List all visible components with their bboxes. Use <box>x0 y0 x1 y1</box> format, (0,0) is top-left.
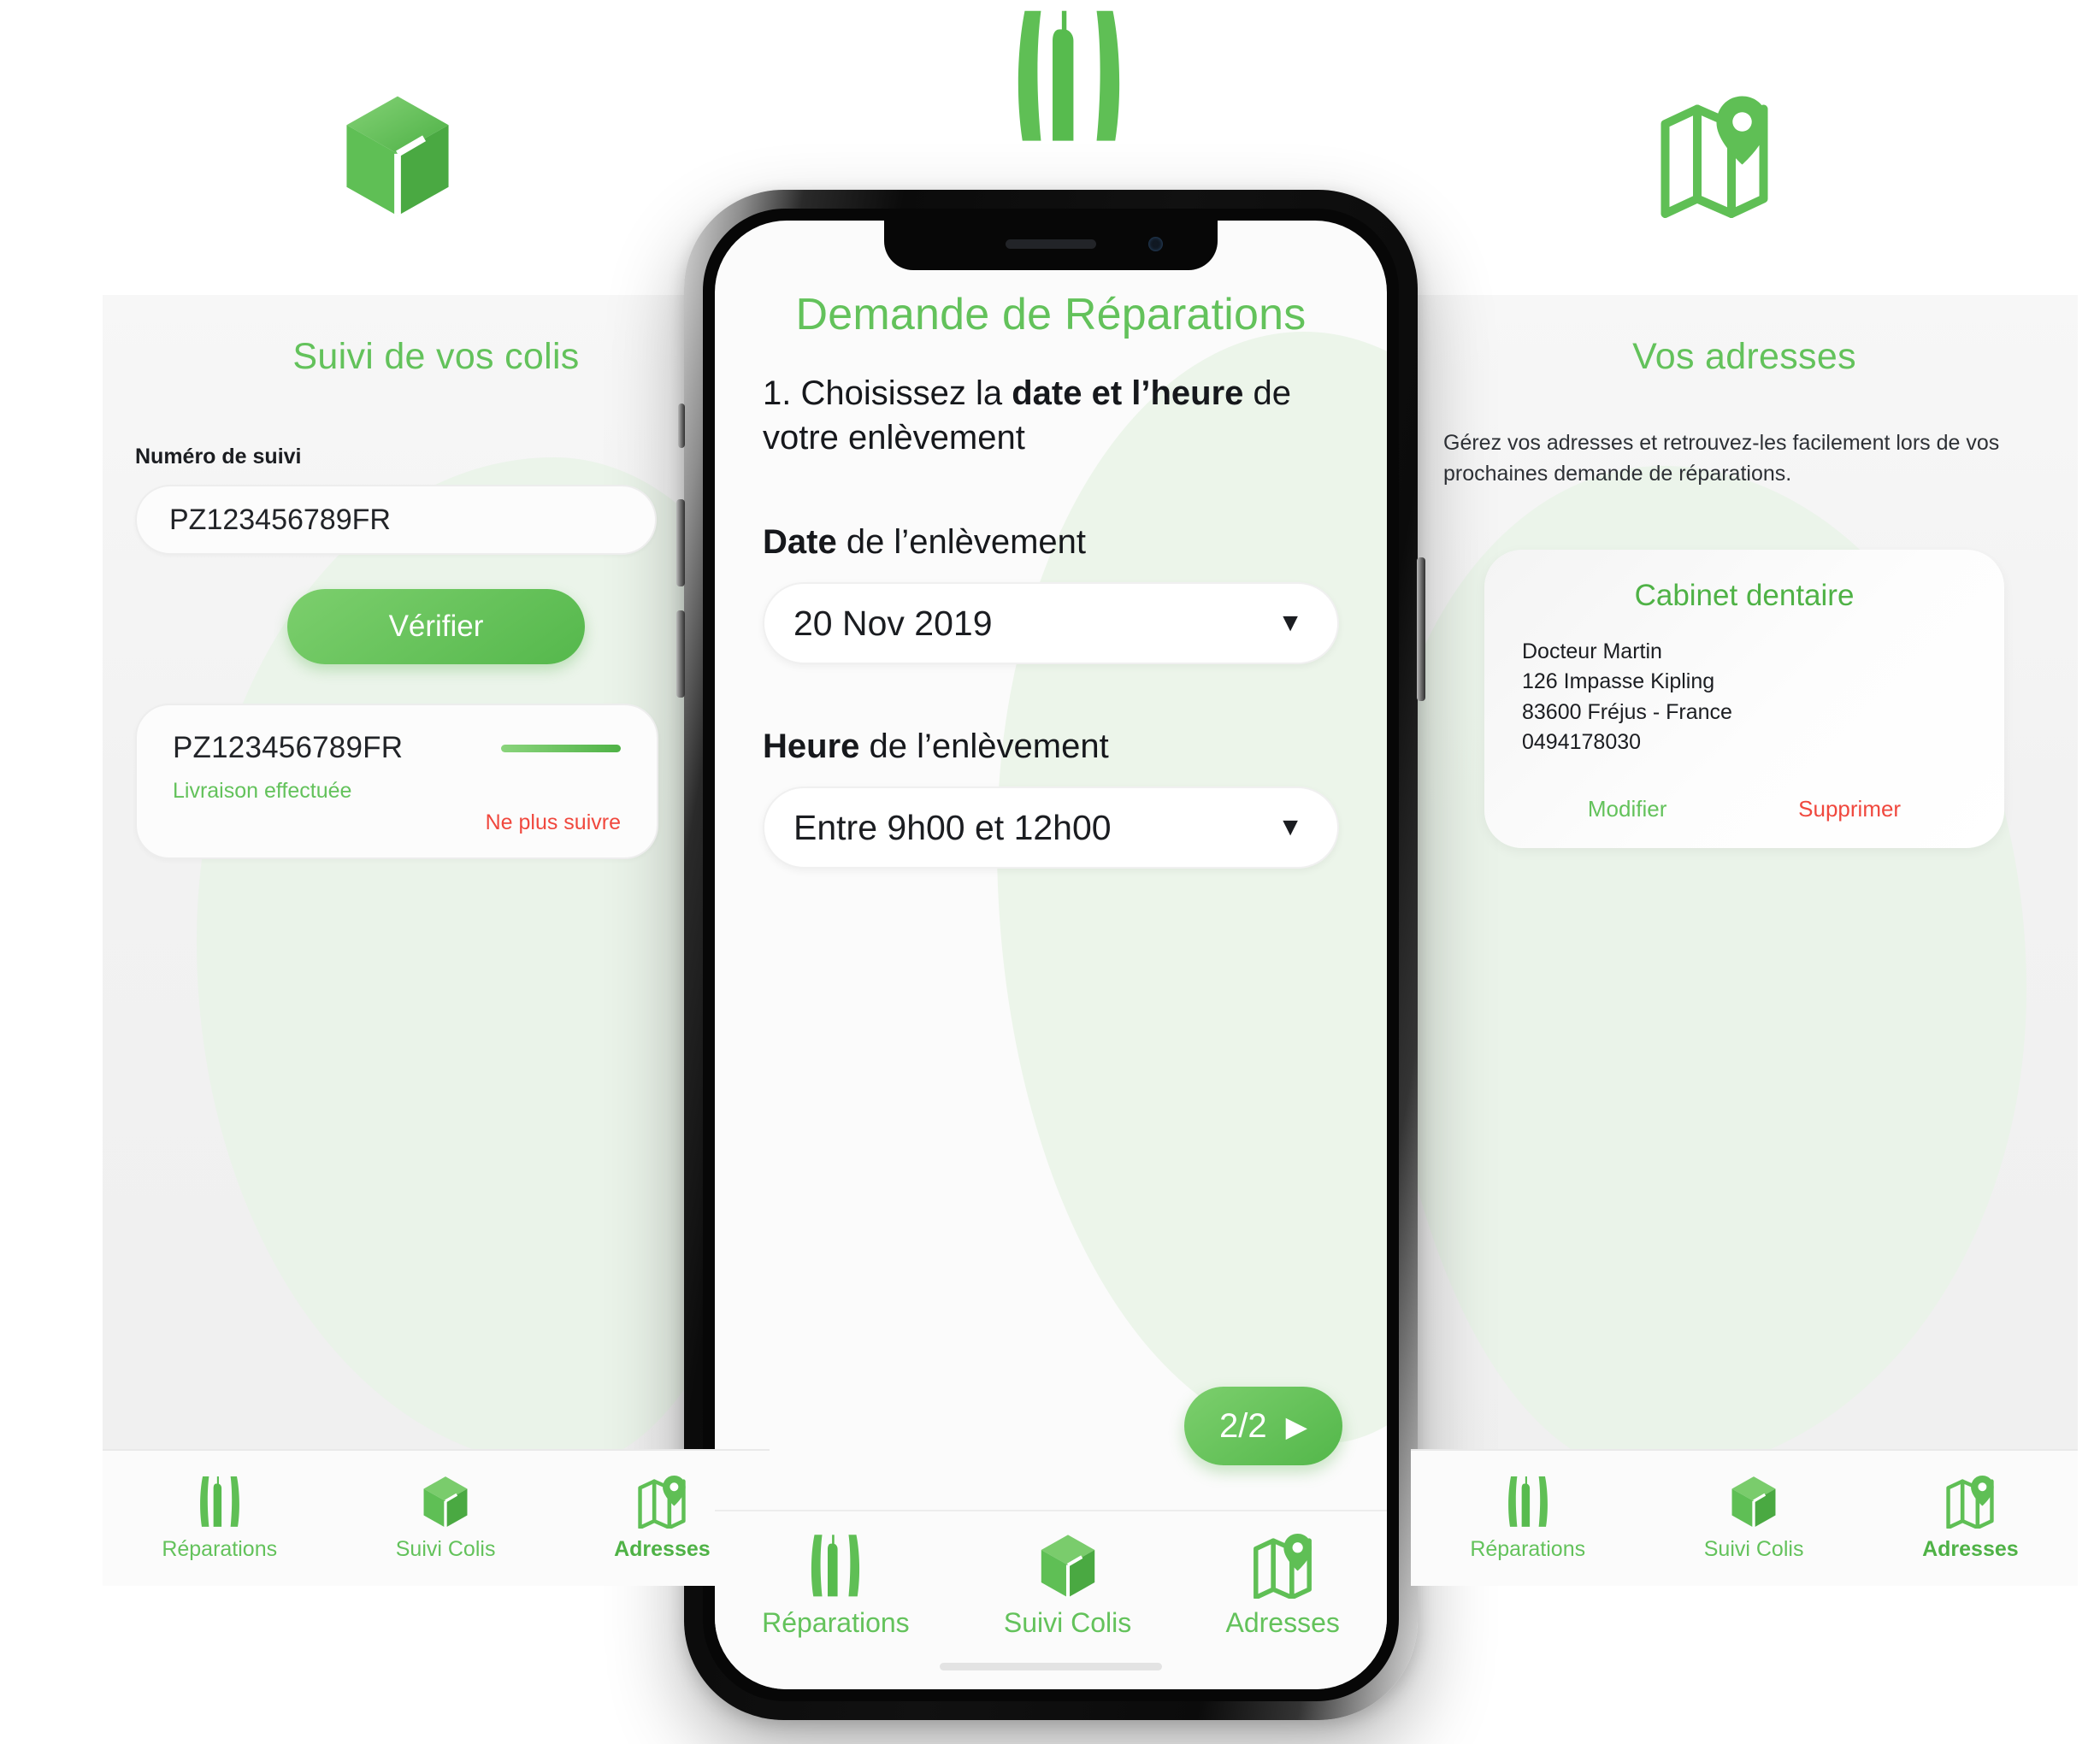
package-icon <box>1727 1476 1780 1529</box>
nav-label: Réparations <box>762 1607 910 1638</box>
step-counter: 2/2 <box>1219 1406 1267 1445</box>
time-label-rest: de l’enlèvement <box>859 728 1109 765</box>
step-prefix: 1. Choisissez la <box>763 374 1012 412</box>
address-line-3: 83600 Fréjus - France <box>1522 699 1732 724</box>
date-label-bold: Date <box>763 523 837 561</box>
left-panel-tracking: Suivi de vos colis Numéro de suivi PZ123… <box>103 295 770 1586</box>
dental-tools-icon <box>193 1476 246 1529</box>
package-icon <box>419 1476 472 1529</box>
right-panel-bottom-nav: Réparations Suivi Colis Adresses <box>1411 1449 2078 1586</box>
tracking-result-card: PZ123456789FR Livraison effectuée Ne plu… <box>135 704 658 859</box>
map-pin-icon <box>1250 1534 1315 1600</box>
page-title: Vos adresses <box>1632 336 1856 377</box>
nav-item-suivi-colis[interactable]: Suivi Colis <box>1703 1476 1804 1562</box>
nav-label: Suivi Colis <box>395 1536 496 1561</box>
nav-item-adresses[interactable]: Adresses <box>1225 1534 1340 1639</box>
nav-item-reparations[interactable]: Réparations <box>1470 1476 1585 1562</box>
step-bold: date et l’heure <box>1012 374 1244 412</box>
edit-address-link[interactable]: Modifier <box>1588 796 1666 822</box>
delete-address-link[interactable]: Supprimer <box>1798 796 1901 822</box>
dental-tools-icon <box>1009 9 1129 145</box>
play-arrow-icon: ▶ <box>1285 1410 1307 1442</box>
tracking-status-text: Livraison effectuée <box>173 779 352 803</box>
phone-bottom-nav: Réparations Suivi Colis Adresses <box>715 1510 1387 1689</box>
chevron-down-icon: ▼ <box>1277 813 1303 841</box>
date-select-value: 20 Nov 2019 <box>793 603 993 643</box>
map-pin-icon <box>1944 1475 1997 1529</box>
verify-button[interactable]: Vérifier <box>287 589 585 664</box>
address-card-title: Cabinet dentaire <box>1634 578 1855 612</box>
tracking-progress-bar <box>501 744 621 752</box>
page-title: Suivi de vos colis <box>292 336 580 377</box>
address-line-1: Docteur Martin <box>1522 639 1662 663</box>
time-select-value: Entre 9h00 et 12h00 <box>793 807 1112 847</box>
address-line-4: 0494178030 <box>1522 730 1642 754</box>
time-label-bold: Heure <box>763 728 860 765</box>
left-panel-bottom-nav: Réparations Suivi Colis Adresses <box>103 1449 770 1586</box>
date-select[interactable]: 20 Nov 2019 ▼ <box>763 582 1339 664</box>
tracking-result-number: PZ123456789FR <box>173 731 404 764</box>
phone-notch <box>884 221 1218 270</box>
address-line-2: 126 Impasse Kipling <box>1522 669 1715 693</box>
home-indicator <box>940 1663 1162 1670</box>
address-card: Cabinet dentaire Docteur Martin 126 Impa… <box>1484 549 2004 848</box>
dental-tools-icon <box>1501 1476 1554 1529</box>
date-label-rest: de l’enlèvement <box>836 523 1086 561</box>
tracking-number-label: Numéro de suivi <box>135 445 302 468</box>
nav-label: Adresses <box>1922 1536 2019 1561</box>
step-instruction: 1. Choisissez la date et l’heure de votr… <box>763 371 1339 460</box>
front-camera <box>1148 237 1163 251</box>
nav-label: Adresses <box>614 1536 711 1561</box>
right-panel-addresses: Vos adresses Gérez vos adresses et retro… <box>1411 295 2078 1586</box>
app-mockup-stage: Suivi de vos colis Numéro de suivi PZ123… <box>0 0 2100 1744</box>
nav-label: Réparations <box>162 1536 278 1561</box>
date-field-label: Date de l’enlèvement <box>763 523 1339 562</box>
nav-item-suivi-colis[interactable]: Suivi Colis <box>1004 1534 1131 1639</box>
dental-tools-icon <box>803 1534 868 1599</box>
phone-mockup: Demande de Réparations 1. Choisissez la … <box>676 190 1425 1720</box>
nav-item-reparations[interactable]: Réparations <box>162 1476 277 1562</box>
nav-label: Réparations <box>1470 1536 1586 1561</box>
unfollow-link[interactable]: Ne plus suivre <box>173 810 621 835</box>
addresses-description: Gérez vos adresses et retrouvez-les faci… <box>1443 431 2000 486</box>
tracking-number-input[interactable]: PZ123456789FR <box>135 485 657 555</box>
nav-label: Adresses <box>1225 1607 1340 1638</box>
nav-item-adresses[interactable]: Adresses <box>1922 1475 2019 1562</box>
next-step-button[interactable]: 2/2 ▶ <box>1184 1387 1342 1465</box>
nav-item-suivi-colis[interactable]: Suivi Colis <box>395 1476 496 1562</box>
phone-frame: Demande de Réparations 1. Choisissez la … <box>703 209 1399 1701</box>
map-pin-icon <box>1659 94 1770 218</box>
package-icon <box>1035 1534 1100 1599</box>
time-field-label: Heure de l’enlèvement <box>763 728 1339 766</box>
phone-screen: Demande de Réparations 1. Choisissez la … <box>715 221 1387 1689</box>
nav-label: Suivi Colis <box>1003 1607 1132 1638</box>
nav-item-adresses[interactable]: Adresses <box>614 1475 711 1562</box>
package-icon <box>342 94 453 218</box>
time-select[interactable]: Entre 9h00 et 12h00 ▼ <box>763 787 1339 869</box>
earpiece-speaker <box>1006 239 1096 249</box>
map-pin-icon <box>635 1475 688 1529</box>
nav-label: Suivi Colis <box>1703 1536 1804 1561</box>
nav-item-reparations[interactable]: Réparations <box>762 1534 910 1639</box>
chevron-down-icon: ▼ <box>1277 609 1303 637</box>
